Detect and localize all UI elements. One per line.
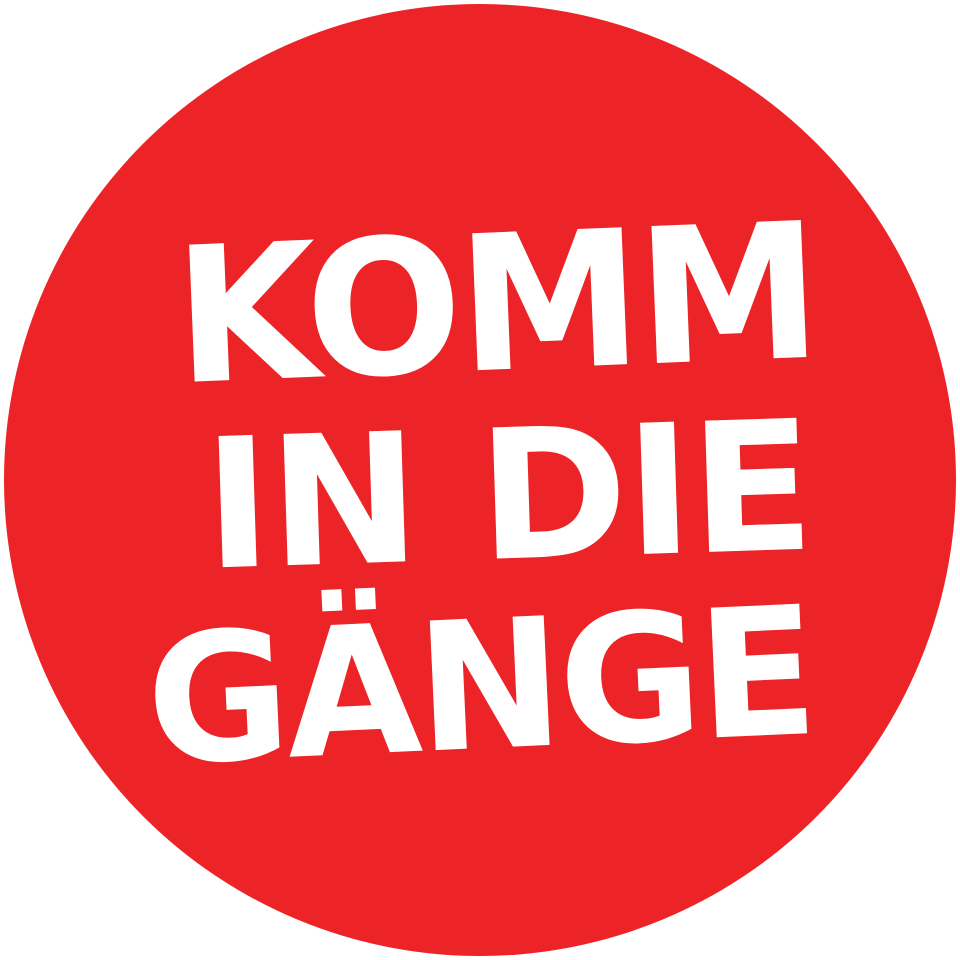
slogan-line-2: IN DIE <box>201 382 815 611</box>
slogan-line-1: KOMM <box>170 182 822 428</box>
slogan-line-3: GÄNGE <box>142 567 818 806</box>
badge: KOMM IN DIE GÄNGE <box>0 0 960 960</box>
slogan: KOMM IN DIE GÄNGE <box>0 0 960 960</box>
